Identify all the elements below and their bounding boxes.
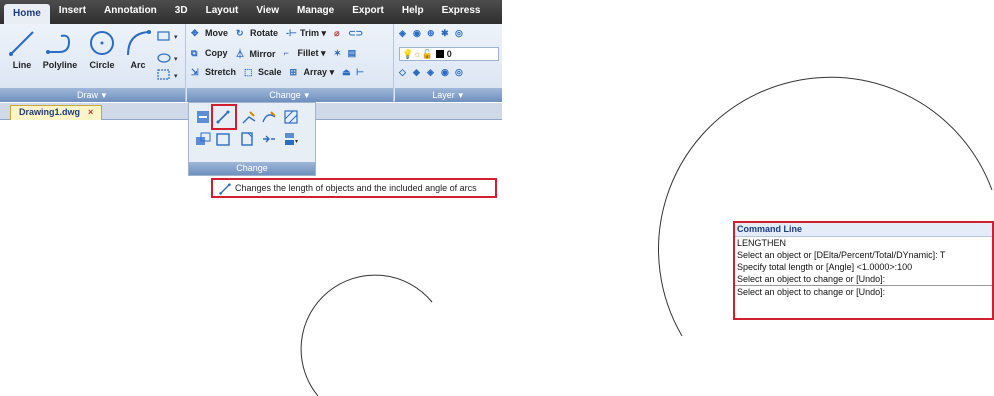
svg-text:▾: ▾ [174, 56, 178, 63]
move-icon: ✥ [191, 28, 199, 38]
layer-isolate-icon[interactable]: ⊕ [427, 28, 438, 39]
arc-object [300, 274, 433, 396]
draw-panel: Line Polyline Circle Arc ▾ ▾ ▾ Draw ▼ [0, 24, 186, 102]
polyline-icon [46, 34, 71, 54]
tab-3d[interactable]: 3D [166, 4, 197, 24]
command-history-line: Select an object to change or [Undo]: [737, 274, 886, 284]
tab-express[interactable]: Express [433, 4, 490, 24]
circle-button[interactable]: Circle [82, 28, 122, 70]
command-input[interactable]: Select an object to change or [Undo]: [735, 285, 992, 299]
layer-panel-title[interactable]: Layer ▼ [395, 88, 502, 102]
document-tab[interactable]: Drawing1.dwg × [10, 105, 103, 120]
command-line-window: Command Line LENGTHEN Select an object o… [733, 221, 994, 320]
layer-name: 0 [446, 49, 452, 59]
join-icon[interactable]: ⊂⊃ [348, 28, 363, 39]
array-button[interactable]: ⊞ Array ▾ [290, 67, 335, 78]
line-label: Line [12, 60, 32, 70]
command-line-header: Command Line [735, 223, 992, 237]
layer-tools-row-1: ◈ ◉ ⊕ ✱ ◎ [399, 28, 469, 39]
explode-icon[interactable]: ✶ [334, 48, 345, 59]
layer-freeze-icon[interactable]: ✱ [441, 28, 452, 39]
tab-help[interactable]: Help [393, 4, 433, 24]
rotate-button[interactable]: ↻ Rotate [236, 28, 278, 39]
draw-small-tools-icon[interactable]: ▾ ▾ ▾ [156, 30, 182, 82]
svg-text:▾: ▾ [174, 73, 178, 80]
layer-tools-row-2: ◇ ◆ ◈ ◉ ◎ [399, 67, 469, 78]
layer-off-icon[interactable]: ◎ [455, 28, 466, 39]
fillet-icon: ⌐ [283, 47, 289, 58]
layer-walk-icon[interactable]: ◈ [427, 67, 438, 78]
break-icon[interactable]: ⊢ [356, 67, 367, 78]
tab-annotation[interactable]: Annotation [95, 4, 166, 24]
circle-icon [90, 31, 114, 55]
tab-export[interactable]: Export [343, 4, 393, 24]
layer-previous-icon[interactable]: ◆ [413, 67, 424, 78]
command-history-line: LENGTHEN [737, 238, 787, 248]
rotate-icon: ↻ [236, 28, 244, 38]
light-bulb-icon: 💡 [402, 48, 414, 59]
change-row-2: ⧉ Copy ⏃ Mirror ⌐ Fillet ▾ ✶ ▤ [191, 47, 362, 60]
change-panel-title[interactable]: Change ▼ [187, 88, 393, 102]
copy-button[interactable]: ⧉ Copy [191, 48, 228, 59]
layer-dropdown[interactable]: 💡 ☼ 🔓 0 [399, 47, 499, 61]
command-history-line: Select an object or [DElta/Percent/Total… [737, 250, 946, 260]
layer-properties-icon[interactable]: ◈ [399, 28, 410, 39]
offset-icon[interactable]: ⏏ [342, 67, 353, 78]
line-icon [9, 31, 34, 56]
tab-view[interactable]: View [247, 4, 288, 24]
ribbon-tab-bar: Home Insert Annotation 3D Layout View Ma… [0, 0, 502, 24]
array-icon: ⊞ [289, 67, 298, 77]
layer-panel: ◈ ◉ ⊕ ✱ ◎ 💡 ☼ 🔓 0 ◇ ◆ ◈ ◉ ◎ Layer ▼ [395, 24, 502, 102]
svg-text:▾: ▾ [174, 34, 178, 41]
line-button[interactable]: Line [2, 28, 42, 70]
circle-label: Circle [89, 60, 115, 70]
scale-icon: ⬚ [244, 67, 253, 77]
scale-button[interactable]: ⬚ Scale [244, 67, 282, 78]
trim-button[interactable]: -⊢ Trim ▾ [286, 28, 326, 39]
fillet-button[interactable]: ⌐ Fillet ▾ [284, 48, 326, 59]
arc-icon [127, 30, 151, 56]
sun-icon: ☼ [413, 49, 422, 59]
drawing-canvas-right[interactable] [502, 0, 994, 396]
layer-state-icon[interactable]: ◉ [413, 28, 424, 39]
layer-merge-icon[interactable]: ◉ [441, 67, 452, 78]
chevron-down-icon: ▼ [100, 91, 108, 100]
erase-icon[interactable]: ⌀ [334, 28, 345, 39]
align-icon[interactable]: ▤ [348, 48, 359, 59]
mirror-button[interactable]: ⏃ Mirror [236, 47, 276, 59]
tab-layout[interactable]: Layout [197, 4, 248, 24]
command-line-screenshot: Command Line LENGTHEN Select an object o… [502, 0, 994, 396]
copy-icon: ⧉ [191, 47, 198, 58]
mirror-icon: ⏃ [235, 49, 245, 59]
tab-insert[interactable]: Insert [50, 4, 95, 24]
arc-label: Arc [130, 60, 146, 70]
polyline-button[interactable]: Polyline [40, 28, 80, 70]
change-row-1: ✥ Move ↻ Rotate -⊢ Trim ▾ ⌀ ⊂⊃ [191, 28, 363, 39]
change-row-3: ⇲ Stretch ⬚ Scale ⊞ Array ▾ ⏏ ⊢ [191, 67, 370, 78]
stretch-icon: ⇲ [191, 67, 199, 77]
lock-icon: 🔓 [421, 48, 433, 59]
cad-ribbon-screenshot: Home Insert Annotation 3D Layout View Ma… [0, 0, 502, 396]
layer-match-icon[interactable]: ◇ [399, 67, 410, 78]
chevron-down-icon: ▼ [456, 91, 465, 100]
layer-color-swatch [435, 50, 444, 58]
trim-icon: -⊢ [286, 28, 297, 38]
chevron-down-icon: ▼ [302, 91, 311, 100]
close-tab-icon[interactable]: × [88, 107, 93, 117]
tab-home[interactable]: Home [4, 4, 50, 24]
move-button[interactable]: ✥ Move [191, 28, 228, 39]
layer-delete-icon[interactable]: ◎ [455, 67, 466, 78]
polyline-label: Polyline [42, 60, 78, 70]
draw-panel-title[interactable]: Draw ▼ [0, 88, 185, 102]
change-panel: ✥ Move ↻ Rotate -⊢ Trim ▾ ⌀ ⊂⊃ ⧉ Copy ⏃ Mirro… [187, 24, 394, 102]
drawing-canvas-left[interactable] [0, 120, 502, 396]
stretch-button[interactable]: ⇲ Stretch [191, 67, 236, 78]
tab-manage[interactable]: Manage [288, 4, 343, 24]
ribbon-body: Line Polyline Circle Arc ▾ ▾ ▾ Draw ▼ ✥ … [0, 24, 502, 102]
command-history-line: Specify total length or [Angle] <1.0000>… [737, 262, 913, 272]
arc-button[interactable]: Arc [118, 28, 158, 70]
